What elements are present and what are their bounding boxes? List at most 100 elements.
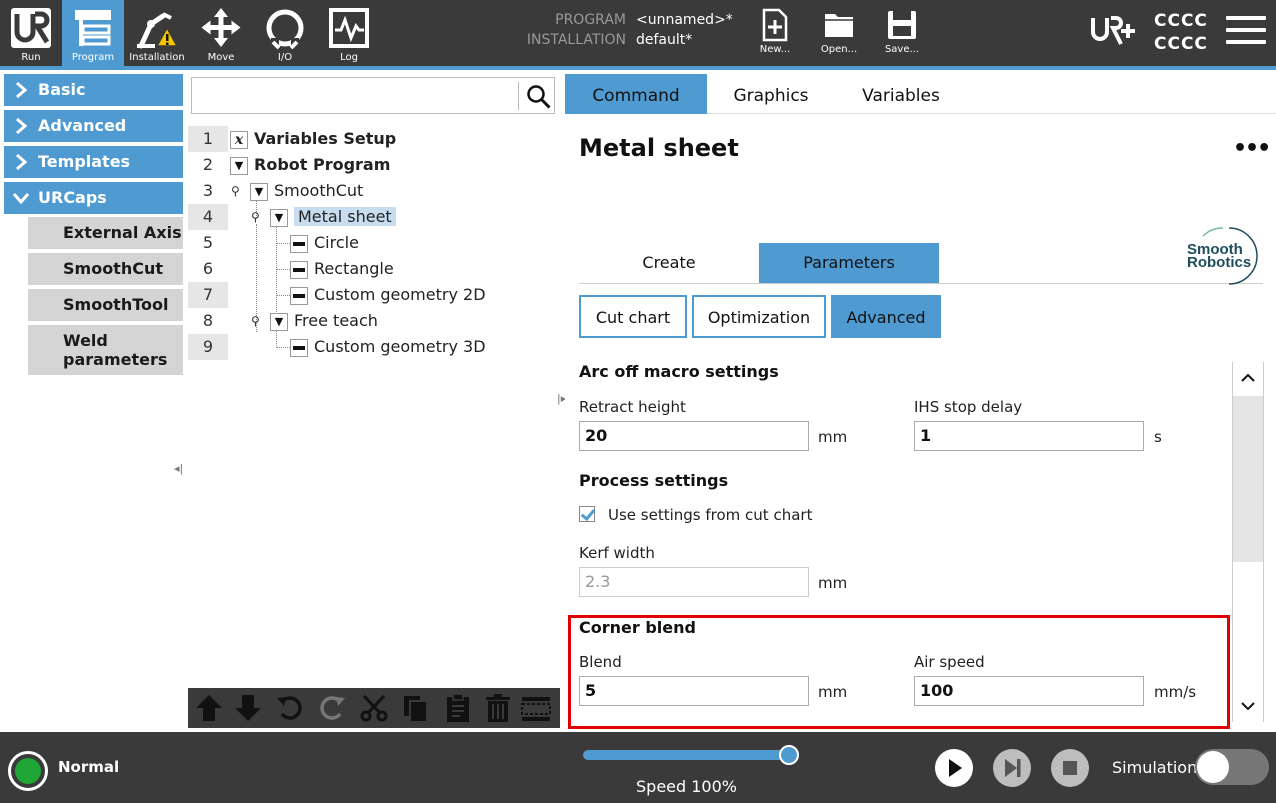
redo-icon[interactable] xyxy=(316,692,348,724)
air-speed-input[interactable]: 100 xyxy=(914,676,1144,706)
new-label: New... xyxy=(759,44,791,55)
paste-clipboard-icon[interactable] xyxy=(442,692,474,724)
tab-command[interactable]: Command xyxy=(565,74,707,114)
use-cut-chart-checkbox[interactable] xyxy=(579,506,595,522)
save-disk-icon xyxy=(888,11,916,39)
tree-node-rectangle[interactable]: Rectangle xyxy=(290,256,394,282)
speed-slider[interactable] xyxy=(583,750,791,760)
tree-node-circle[interactable]: Circle xyxy=(290,230,359,256)
tree-node-label: Rectangle xyxy=(314,259,394,278)
robot-status-indicator[interactable] xyxy=(8,751,48,791)
tree-node-custom-geometry-2d[interactable]: Custom geometry 2D xyxy=(290,282,486,308)
nav-log[interactable]: Log xyxy=(318,0,380,66)
category-advanced[interactable]: Advanced xyxy=(4,110,183,142)
more-options-icon[interactable]: ••• xyxy=(1233,136,1271,161)
svg-text:Robotics: Robotics xyxy=(1187,254,1251,271)
urcap-external-axis-label: External Axis xyxy=(63,223,182,242)
scroll-up-chevron-icon[interactable] xyxy=(1233,362,1263,394)
ur-logo-icon xyxy=(11,8,51,48)
step-icon[interactable] xyxy=(992,748,1032,788)
tree-node-robot-program[interactable]: ▼ Robot Program xyxy=(230,152,390,178)
copy-icon[interactable] xyxy=(400,692,432,724)
nav-io[interactable]: I/O xyxy=(254,0,316,66)
subtab-create[interactable]: Create xyxy=(579,243,759,283)
scroll-thumb[interactable] xyxy=(1233,396,1263,562)
retract-height-input[interactable]: 20 xyxy=(579,421,809,451)
category-basic[interactable]: Basic xyxy=(4,74,183,106)
chevron-down-icon xyxy=(12,193,30,205)
tree-node-free-teach[interactable]: ▼ Free teach xyxy=(270,308,378,334)
tree-node-label: Custom geometry 3D xyxy=(314,337,486,356)
suppress-node-icon[interactable] xyxy=(520,692,552,724)
ihs-stop-delay-input[interactable]: 1 xyxy=(914,421,1144,451)
subtab-parameters[interactable]: Parameters xyxy=(759,243,939,283)
scroll-down-chevron-icon[interactable] xyxy=(1233,690,1263,722)
process-settings-title: Process settings xyxy=(579,471,729,490)
blend-input[interactable]: 5 xyxy=(579,676,809,706)
user-badge[interactable]: CCCC CCCC xyxy=(1154,10,1208,56)
urcap-external-axis[interactable]: External Axis xyxy=(28,217,183,249)
tree-node-custom-geometry-3d[interactable]: Custom geometry 3D xyxy=(290,334,486,360)
new-button[interactable]: New... xyxy=(750,6,800,62)
speed-slider-knob[interactable] xyxy=(779,745,799,765)
line-number: 1 xyxy=(188,126,228,152)
leaf-node-icon xyxy=(290,234,308,253)
nav-move[interactable]: Move xyxy=(190,0,252,66)
save-button[interactable]: Save... xyxy=(877,6,927,62)
chevron-right-icon xyxy=(16,117,28,135)
stop-icon[interactable] xyxy=(1050,748,1090,788)
subtabs-underline xyxy=(579,283,1263,284)
urcaps-plus-icon[interactable] xyxy=(1090,14,1136,50)
air-speed-unit: mm/s xyxy=(1154,683,1197,701)
tab-variables[interactable]: Variables xyxy=(849,74,953,114)
chevron-right-icon xyxy=(16,81,28,99)
undo-icon[interactable] xyxy=(274,692,306,724)
tree-node-variables-setup[interactable]: x Variables Setup xyxy=(230,126,396,152)
cut-scissors-icon[interactable] xyxy=(358,692,390,724)
tree-node-metal-sheet[interactable]: ▼ Metal sheet xyxy=(270,204,396,230)
kerf-width-unit: mm xyxy=(818,574,848,592)
cut-chart-button[interactable]: Cut chart xyxy=(579,295,687,338)
urcap-weld-parameters[interactable]: Weld parameters xyxy=(28,325,183,375)
play-icon[interactable] xyxy=(934,748,974,788)
urcap-smoothtool-label: SmoothTool xyxy=(63,295,169,314)
delete-trash-icon[interactable] xyxy=(482,692,514,724)
nav-installation[interactable]: Installation xyxy=(126,0,188,66)
hamburger-menu-icon[interactable] xyxy=(1226,16,1266,48)
line-number: 3 xyxy=(188,178,228,204)
nav-run[interactable]: Run xyxy=(0,0,62,66)
collapse-triangle-icon[interactable]: ▼ xyxy=(270,208,288,227)
advanced-button[interactable]: Advanced xyxy=(831,295,941,338)
urcap-smoothtool[interactable]: SmoothTool xyxy=(28,289,183,321)
vertical-scrollbar[interactable] xyxy=(1232,362,1264,722)
category-urcaps[interactable]: URCaps xyxy=(4,182,183,214)
new-file-icon xyxy=(762,8,788,42)
user-line-2: CCCC xyxy=(1154,34,1208,54)
collapse-triangle-icon[interactable]: ▼ xyxy=(230,156,248,175)
category-templates[interactable]: Templates xyxy=(4,146,183,178)
collapse-triangle-icon[interactable]: ▼ xyxy=(270,312,288,331)
bottom-bar: Normal Speed 100% Simulation xyxy=(0,732,1276,803)
tab-graphics[interactable]: Graphics xyxy=(715,74,827,114)
move-down-icon[interactable] xyxy=(232,692,264,724)
collapse-triangle-icon[interactable]: ▼ xyxy=(250,182,268,201)
simulation-toggle[interactable] xyxy=(1195,749,1269,785)
open-button[interactable]: Open... xyxy=(814,6,864,62)
nav-program[interactable]: Program xyxy=(62,0,124,66)
nav-run-label: Run xyxy=(21,52,41,63)
chevron-right-icon xyxy=(16,153,28,171)
line-number: 6 xyxy=(188,256,228,282)
move-up-icon[interactable] xyxy=(193,692,225,724)
optimization-button[interactable]: Optimization xyxy=(692,295,826,338)
urcap-smoothcut[interactable]: SmoothCut xyxy=(28,253,183,285)
search-icon[interactable] xyxy=(526,84,552,110)
tree-search-input[interactable] xyxy=(191,77,555,114)
installation-name: default* xyxy=(636,32,693,48)
tree-connector xyxy=(276,269,290,270)
program-name: <unnamed>* xyxy=(636,12,733,28)
tree-node-label: Circle xyxy=(314,233,359,252)
tree-node-smoothcut[interactable]: ▼ SmoothCut xyxy=(250,178,363,204)
top-bar: Run Program Installation Move I/O Log PR… xyxy=(0,0,1276,66)
node-pin-icon: ⚲ xyxy=(231,184,240,198)
nav-io-label: I/O xyxy=(277,52,293,63)
